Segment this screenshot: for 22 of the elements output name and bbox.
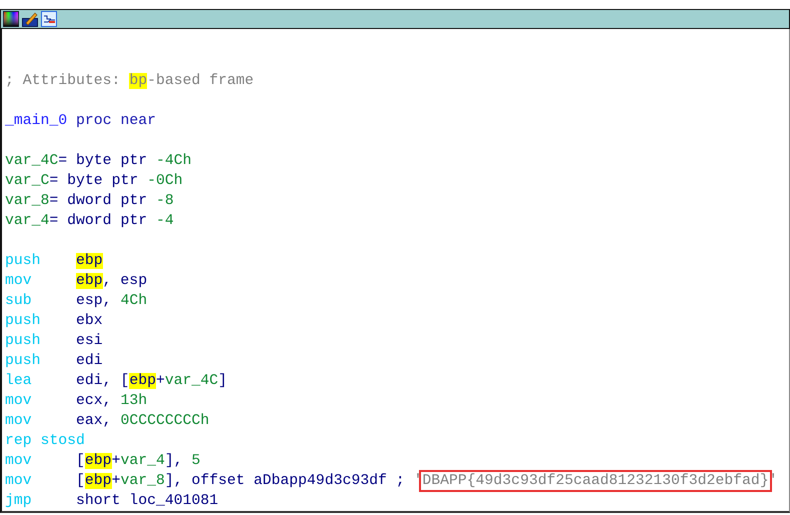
code-line: var_8= dword ptr -8 bbox=[5, 192, 175, 211]
instruction-line: mov eax, 0CCCCCCCCh bbox=[5, 412, 210, 431]
instruction-line: jmp short loc_401081 bbox=[5, 492, 220, 511]
instruction-line: push edi bbox=[5, 352, 104, 371]
code-line: _main_0 proc near bbox=[5, 112, 157, 131]
code-line: var_4= dword ptr -4 bbox=[5, 212, 175, 231]
instruction-line: rep stosd bbox=[5, 432, 86, 451]
instruction-line: lea edi, [ebp+var_4C] bbox=[5, 372, 228, 391]
instruction-line: push ebp bbox=[5, 252, 104, 271]
instruction-line: mov [ebp+var_8], offset aDbapp49d3c93df ; 'DBAPP{49d3c93df25caad81232130f3d2ebfad}' bbox=[5, 471, 789, 491]
code-line: ; Attributes: bp-based frame bbox=[5, 72, 255, 91]
instruction-line: sub esp, 4Ch bbox=[5, 292, 148, 311]
palette-icon[interactable] bbox=[3, 11, 19, 27]
graph-icon[interactable] bbox=[41, 11, 57, 27]
pencil-icon[interactable] bbox=[22, 11, 38, 27]
code-line: var_C= byte ptr -0Ch bbox=[5, 172, 184, 191]
instruction-line: push ebx bbox=[5, 312, 104, 331]
instruction-line: push esi bbox=[5, 332, 104, 351]
instruction-line: mov ebp, esp bbox=[5, 272, 148, 291]
code-line: var_4C= byte ptr -4Ch bbox=[5, 152, 192, 171]
instruction-line: mov ecx, 13h bbox=[5, 392, 148, 411]
instruction-line: mov [ebp+var_4], 5 bbox=[5, 452, 202, 471]
